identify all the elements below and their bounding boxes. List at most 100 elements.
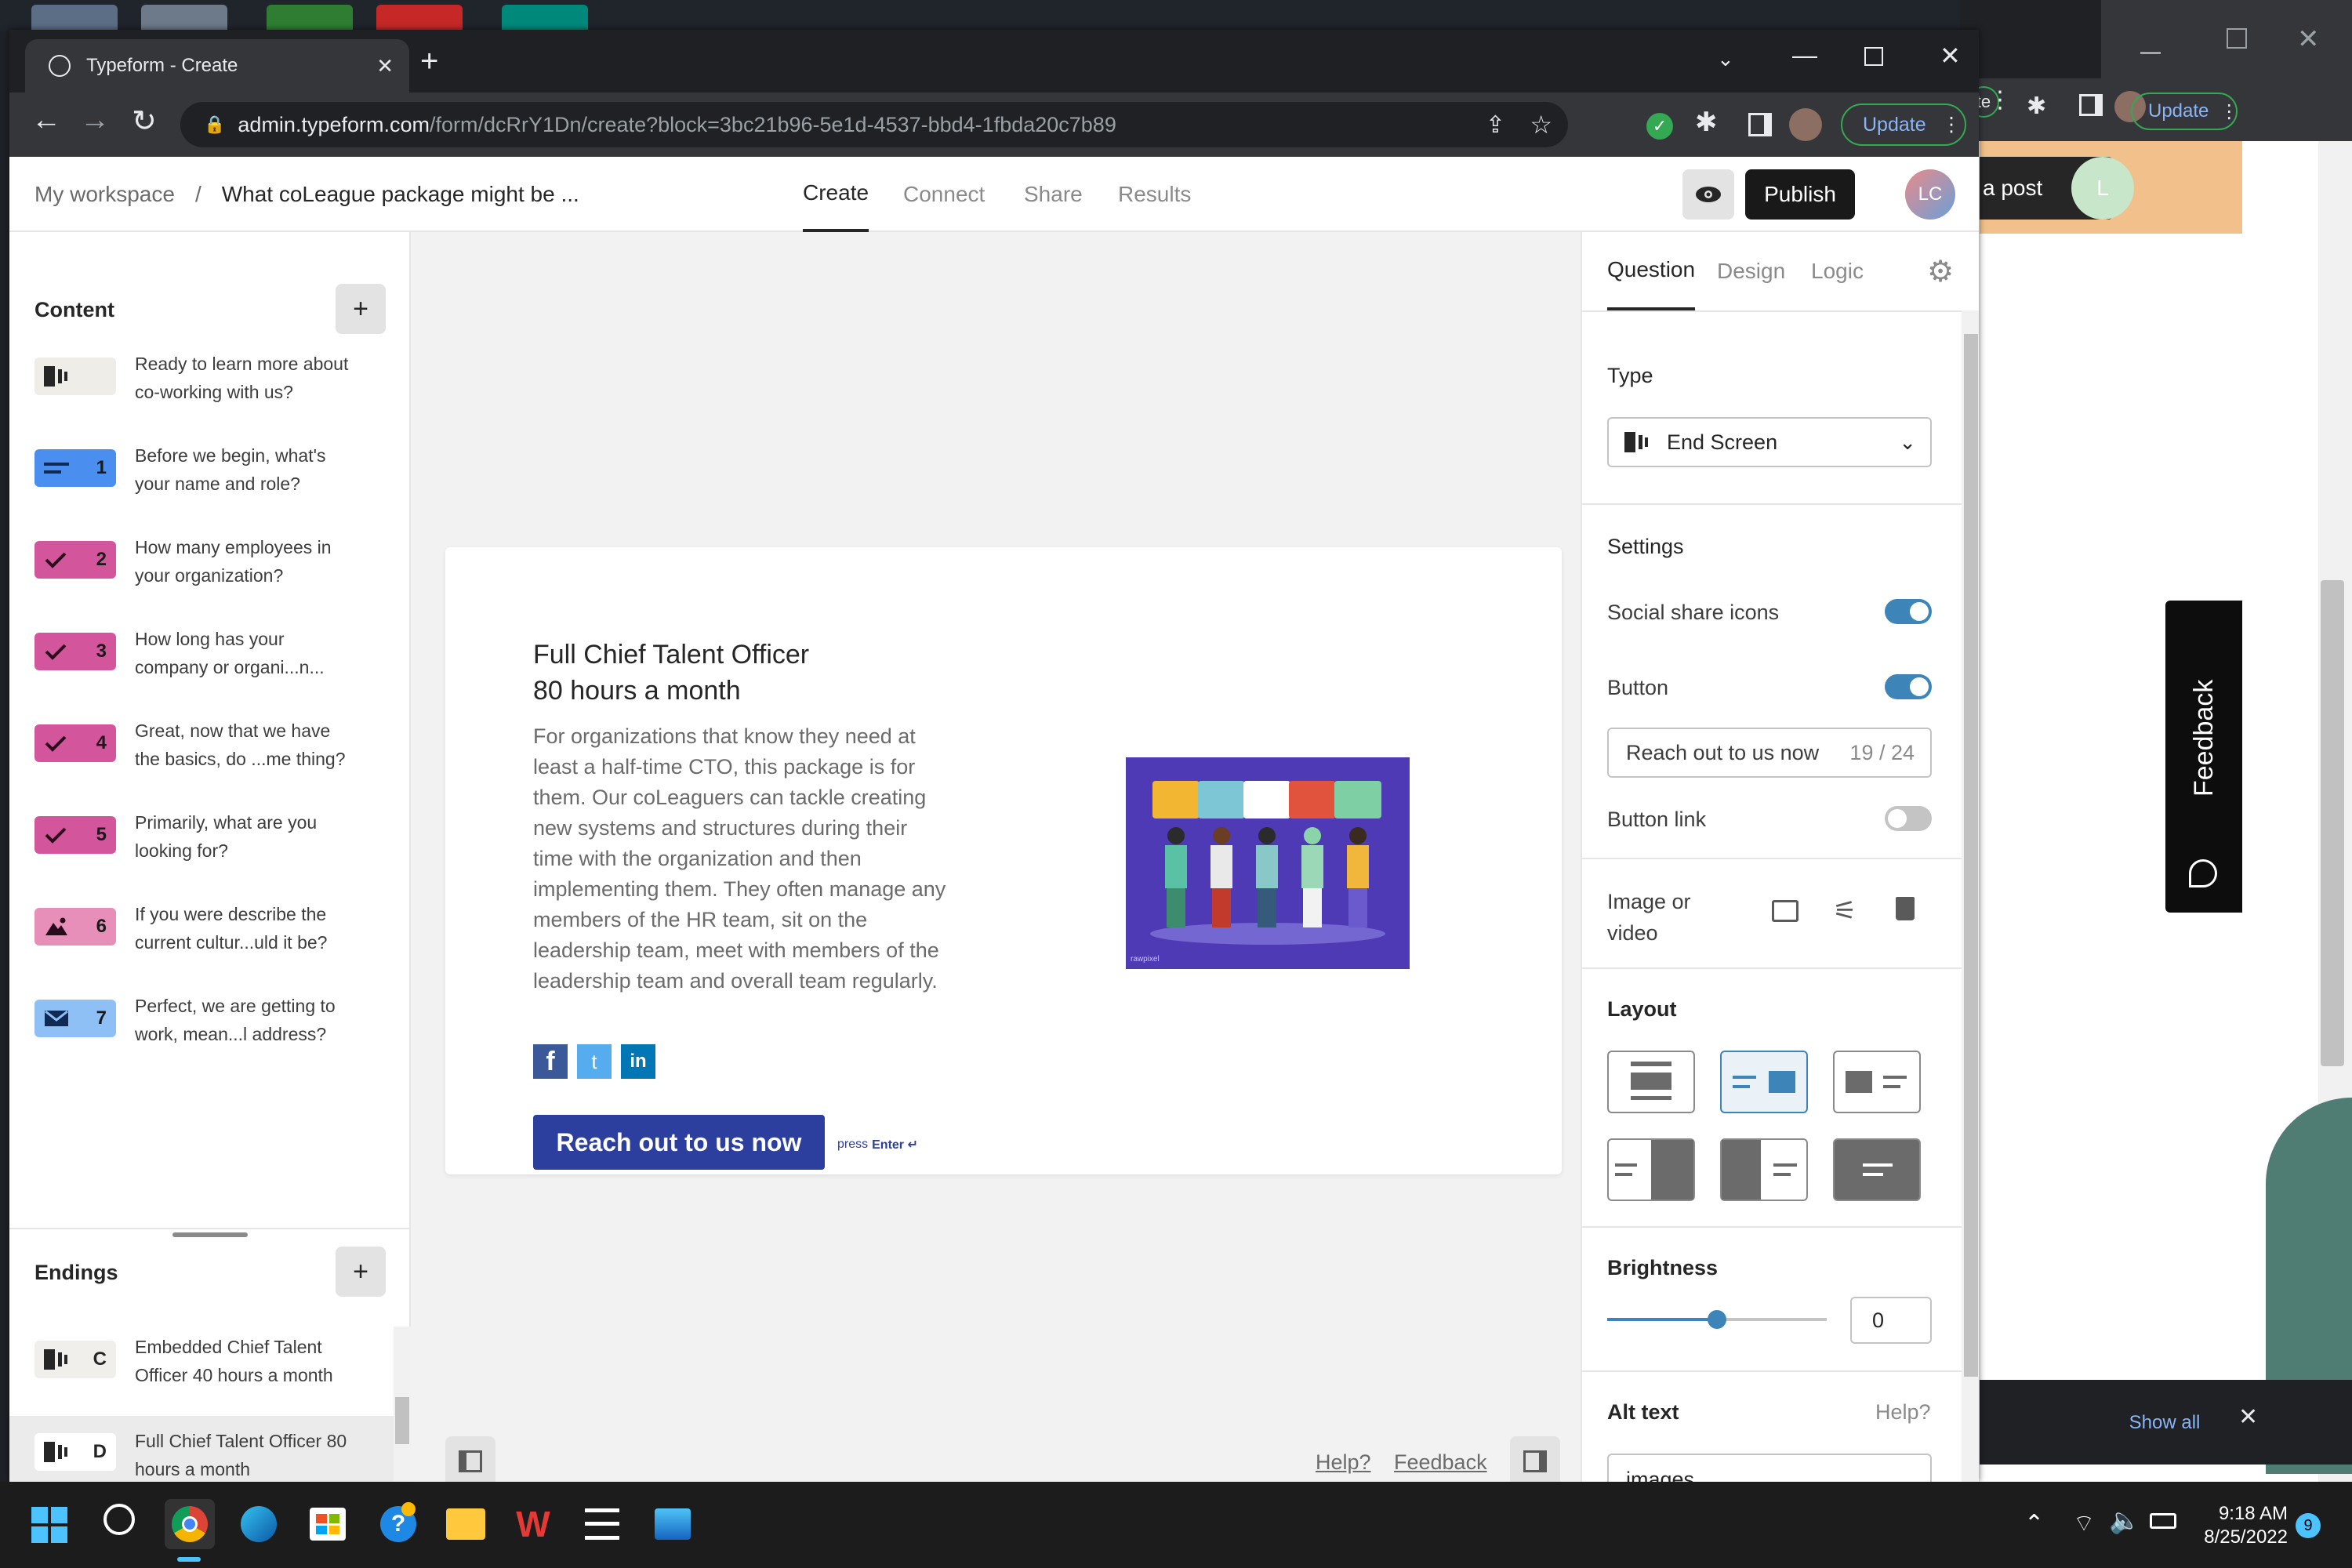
delete-image-icon[interactable]	[1896, 897, 1915, 920]
desktop-icon[interactable]	[141, 5, 227, 31]
desktop-icon[interactable]	[502, 5, 588, 31]
button-link-toggle[interactable]	[1885, 806, 1932, 831]
question-item[interactable]: 3 How long has your company or organi...n.…	[34, 625, 403, 713]
question-item[interactable]: 6 If you were describe the current cultur.…	[34, 900, 403, 988]
forward-icon[interactable]: →	[80, 103, 110, 137]
settings-scrollbar[interactable]	[1962, 310, 1979, 1482]
panel-resize-handle[interactable]	[172, 1232, 248, 1237]
question-item[interactable]: 4 Great, now that we have the basics, do .…	[34, 717, 403, 804]
linkedin-icon[interactable]: in	[621, 1044, 655, 1079]
search-icon[interactable]	[103, 1504, 135, 1535]
add-question-button[interactable]: +	[336, 284, 386, 334]
tab-create[interactable]: Create	[803, 157, 869, 232]
button-text-input[interactable]: Reach out to us now 19 / 24	[1607, 728, 1932, 778]
form-title[interactable]: What coLeague package might be ...	[222, 182, 579, 207]
background-extensions-icon[interactable]: ✱	[2027, 93, 2046, 120]
close-window-icon[interactable]: ✕	[1940, 41, 1971, 72]
question-item[interactable]: 5 Primarily, what are you looking for?	[34, 808, 403, 896]
tab-connect[interactable]: Connect	[903, 157, 985, 232]
notification-badge[interactable]: 9	[2296, 1513, 2321, 1538]
button-toggle[interactable]	[1885, 674, 1932, 699]
maximize-icon[interactable]	[1864, 47, 1883, 66]
browser-tab[interactable]: Typeform - Create ✕	[25, 39, 409, 93]
update-button[interactable]: Update ⋮	[1841, 103, 1966, 146]
minimize-icon[interactable]: —	[1792, 41, 1824, 72]
layout-option-wallpaper-right[interactable]	[1607, 1138, 1695, 1201]
bookmark-star-icon[interactable]: ☆	[1530, 110, 1552, 140]
tab-share[interactable]: Share	[1024, 157, 1083, 232]
settings-taskbar-icon[interactable]	[577, 1499, 627, 1549]
brightness-slider-track[interactable]	[1607, 1310, 1827, 1329]
background-scrollbar-thumb[interactable]	[2321, 580, 2344, 1066]
settings-gear-icon[interactable]: ⚙	[1927, 254, 1954, 289]
url-bar[interactable]: 🔒 admin.typeform.com /form/dcRrY1Dn/crea…	[180, 102, 1568, 147]
battery-icon[interactable]	[2150, 1513, 2176, 1529]
reload-icon[interactable]: ↻	[132, 103, 157, 139]
settings-scrollbar-thumb[interactable]	[1964, 334, 1978, 1377]
ending-item[interactable]: C Embedded Chief Talent Officer 40 hours…	[9, 1325, 394, 1413]
chevron-up-icon[interactable]: ⌃	[2024, 1510, 2044, 1537]
desktop-icon[interactable]	[267, 5, 353, 31]
tab-results[interactable]: Results	[1118, 157, 1191, 232]
wifi-icon[interactable]: ⌔	[2073, 1508, 2095, 1538]
background-minimize-icon[interactable]: —	[2140, 39, 2164, 63]
collapse-left-button[interactable]	[445, 1436, 495, 1482]
desktop-icon[interactable]	[376, 5, 463, 31]
image-icon[interactable]	[1772, 900, 1798, 922]
store-taskbar-icon[interactable]	[303, 1499, 353, 1549]
desktop-icon[interactable]	[31, 5, 118, 31]
facebook-icon[interactable]: f	[533, 1044, 568, 1079]
tab-logic[interactable]: Logic	[1811, 232, 1864, 310]
background-close-icon[interactable]: ✕	[2297, 24, 2320, 55]
layout-option-split-right-selected[interactable]	[1720, 1051, 1808, 1113]
image-settings-icon[interactable]: ⚟	[1833, 895, 1857, 927]
volume-icon[interactable]: 🔈	[2109, 1505, 2140, 1535]
windows-start-icon[interactable]	[31, 1507, 67, 1543]
twitter-icon[interactable]: t	[577, 1044, 612, 1079]
type-dropdown[interactable]: End Screen ⌄	[1607, 417, 1932, 467]
question-item[interactable]: 1 Before we begin, what's your name and ro…	[34, 441, 403, 529]
layout-option-background[interactable]	[1833, 1138, 1921, 1201]
background-menu-icon[interactable]: ⋮	[1988, 86, 2027, 118]
ending-image[interactable]: rawpixel	[1126, 757, 1410, 969]
ending-item-selected[interactable]: D Full Chief Talent Officer 80 hours a m…	[9, 1416, 394, 1482]
social-share-toggle[interactable]	[1885, 599, 1932, 624]
tab-design[interactable]: Design	[1717, 232, 1785, 310]
explorer-taskbar-icon[interactable]	[441, 1499, 491, 1549]
extensions-icon[interactable]: ✱	[1695, 107, 1718, 138]
preview-button[interactable]	[1682, 169, 1734, 220]
clock[interactable]: 9:18 AM 8/25/2022	[2201, 1502, 2288, 1549]
add-ending-button[interactable]: +	[336, 1247, 386, 1297]
help-link[interactable]: Help?	[1316, 1450, 1371, 1475]
brightness-slider-handle[interactable]	[1708, 1310, 1726, 1329]
back-icon[interactable]: ←	[31, 103, 61, 137]
tab-close-icon[interactable]: ✕	[376, 54, 394, 78]
question-item[interactable]: Ready to learn more about co-working with…	[34, 350, 403, 437]
tab-question[interactable]: Question	[1607, 232, 1696, 310]
share-icon[interactable]: ⇪	[1486, 111, 1505, 139]
show-all-button[interactable]: Show all	[2113, 1403, 2216, 1443]
user-avatar[interactable]: LC	[1905, 169, 1955, 220]
layout-option-wallpaper-left[interactable]	[1720, 1138, 1808, 1201]
question-item[interactable]: 7 Perfect, we are getting to work, mean...…	[34, 992, 403, 1080]
feedback-tab[interactable]: Feedback	[2165, 601, 2242, 913]
background-sidepanel-icon[interactable]	[2079, 94, 2103, 116]
background-maximize-icon[interactable]	[2227, 28, 2247, 49]
new-tab-button[interactable]: +	[420, 44, 438, 79]
alt-text-input[interactable]: images	[1607, 1454, 1932, 1482]
brightness-input[interactable]: 0	[1850, 1297, 1932, 1344]
publish-button[interactable]: Publish	[1745, 169, 1855, 220]
wps-taskbar-icon[interactable]: W	[508, 1499, 558, 1549]
endings-scrollbar-thumb[interactable]	[395, 1397, 409, 1444]
collapse-right-button[interactable]	[1510, 1436, 1560, 1482]
breadcrumb-workspace[interactable]: My workspace	[34, 182, 175, 207]
extension-check-icon[interactable]: ✓	[1646, 113, 1673, 140]
tab-search-icon[interactable]: ⌄	[1717, 47, 1748, 78]
endings-scrollbar[interactable]	[394, 1327, 411, 1482]
background-update-button[interactable]: Update ⋮	[2131, 93, 2238, 130]
chrome-taskbar-icon[interactable]	[165, 1499, 215, 1549]
layout-option-stack[interactable]	[1607, 1051, 1695, 1113]
photos-taskbar-icon[interactable]	[648, 1499, 698, 1549]
ending-paragraph[interactable]: For organizations that know they need at…	[533, 721, 949, 996]
downloads-close-icon[interactable]: ✕	[2238, 1403, 2258, 1431]
